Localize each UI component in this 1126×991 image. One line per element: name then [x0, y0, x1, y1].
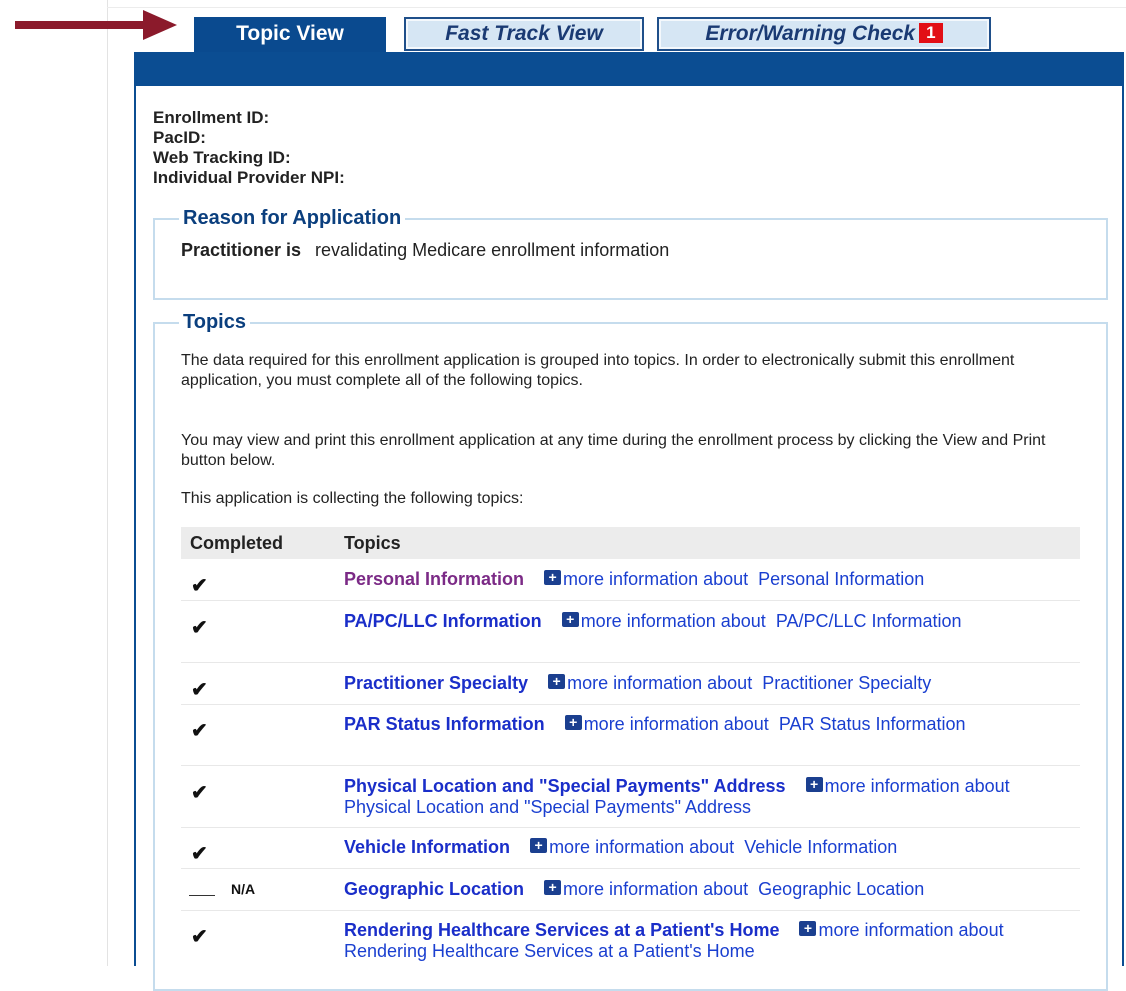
reason-legend: Reason for Application: [183, 207, 402, 229]
more-info-prefix: more information about: [580, 611, 766, 631]
topic-cell: Rendering Healthcare Services at a Patie…: [344, 920, 1044, 962]
col-completed: Completed: [190, 533, 284, 553]
expand-plus-icon[interactable]: +: [544, 880, 562, 895]
tab-topic-view[interactable]: Topic View: [194, 17, 386, 52]
more-info-prefix: more information about: [549, 837, 735, 857]
more-info-link[interactable]: more information about Practitioner Spec…: [567, 673, 931, 693]
tab-fast-track-view[interactable]: Fast Track View: [404, 17, 644, 51]
topic-cell: Geographic Location + more information ab…: [344, 879, 924, 900]
id-block: Enrollment ID: PacID: Web Tracking ID: I…: [153, 108, 345, 188]
topic-cell: Vehicle Information + more information ab…: [344, 837, 897, 858]
completed-check-icon: ✔: [191, 782, 208, 804]
enrollment-id-label: Enrollment ID:: [153, 108, 270, 127]
table-row: ✔ Rendering Healthcare Services at a Pat…: [181, 920, 1080, 966]
topic-cell: Practitioner Specialty + more information…: [344, 673, 931, 694]
topics-intro-paragraph: The data required for this enrollment ap…: [181, 352, 1015, 389]
expand-plus-icon[interactable]: +: [548, 674, 566, 689]
topics-table-header: Completed Topics: [181, 527, 1080, 559]
topic-link-pa-pc-llc[interactable]: PA/PC/LLC Information: [344, 611, 542, 631]
topic-link-personal-information[interactable]: Personal Information: [344, 569, 524, 589]
expand-plus-icon[interactable]: +: [544, 570, 562, 585]
more-info-prefix: more information about: [583, 714, 769, 734]
pac-id-label: PacID:: [153, 128, 206, 147]
reason-value: revalidating Medicare enrollment informa…: [315, 240, 670, 260]
completed-check-icon: ✔: [191, 843, 208, 865]
completed-check-icon: ✔: [191, 720, 208, 742]
more-info-topic: Rendering Healthcare Services at a Patie…: [344, 941, 755, 961]
topic-cell: Physical Location and "Special Payments"…: [344, 776, 1044, 818]
table-row: ✔ PAR Status Information + more informati…: [181, 714, 1080, 766]
more-info-topic: Practitioner Specialty: [762, 673, 932, 693]
topic-link-rendering-healthcare[interactable]: Rendering Healthcare Services at a Patie…: [344, 920, 779, 940]
expand-plus-icon[interactable]: +: [561, 612, 579, 627]
table-row: ✔ Personal Information + more information…: [181, 569, 1080, 601]
more-info-topic: PAR Status Information: [778, 714, 966, 734]
completed-check-icon: ✔: [191, 617, 208, 639]
more-info-prefix: more information about: [818, 920, 1004, 940]
reason-label: Practitioner is: [181, 240, 302, 260]
header-bar: [134, 52, 1124, 86]
more-info-topic: Personal Information: [758, 569, 925, 589]
page-frame-top: [107, 7, 1126, 8]
topic-link-par-status[interactable]: PAR Status Information: [344, 714, 545, 734]
topic-cell: PAR Status Information + more information…: [344, 714, 1044, 735]
col-topics: Topics: [344, 533, 401, 553]
more-info-topic: Physical Location and "Special Payments"…: [344, 797, 752, 817]
completed-check-icon: ✔: [191, 679, 208, 701]
more-info-topic: Geographic Location: [758, 879, 925, 899]
table-row: ✔ Vehicle Information + more information …: [181, 837, 1080, 869]
collecting-topics-text: This application is collecting the follo…: [181, 490, 524, 507]
table-row: ✔ PA/PC/LLC Information + more informatio…: [181, 611, 1080, 663]
npi-label: Individual Provider NPI:: [153, 168, 345, 187]
expand-plus-icon[interactable]: +: [805, 777, 823, 792]
more-info-link[interactable]: more information about Geographic Locati…: [563, 879, 924, 899]
more-info-prefix: more information about: [563, 569, 749, 589]
topic-link-vehicle-information[interactable]: Vehicle Information: [344, 837, 510, 857]
page-frame-left: [107, 0, 108, 966]
table-row: N/A Geographic Location + more informatio…: [181, 879, 1080, 911]
expand-plus-icon[interactable]: +: [530, 838, 548, 853]
more-info-link[interactable]: more information about Personal Informat…: [563, 569, 924, 589]
error-count-badge: 1: [919, 23, 943, 43]
not-applicable-label: N/A: [231, 881, 256, 897]
expand-plus-icon[interactable]: +: [564, 715, 582, 730]
tab-error-warning-check[interactable]: Error/Warning Check 1: [657, 17, 991, 51]
tab-error-label: Error/Warning Check: [705, 22, 916, 45]
topic-cell: Personal Information + more information a…: [344, 569, 924, 590]
topic-link-practitioner-specialty[interactable]: Practitioner Specialty: [344, 673, 528, 693]
web-tracking-id-label: Web Tracking ID:: [153, 148, 291, 167]
completed-check-icon: ✔: [191, 575, 208, 597]
more-info-prefix: more information about: [563, 879, 749, 899]
pointer-arrow-icon: [15, 10, 177, 40]
more-info-prefix: more information about: [824, 776, 1010, 796]
more-info-topic: Vehicle Information: [744, 837, 898, 857]
more-info-link[interactable]: more information about Vehicle Informati…: [549, 837, 897, 857]
reason-line: Practitioner is revalidating Medicare enr…: [181, 240, 669, 261]
more-info-link[interactable]: more information about PA/PC/LLC Informa…: [581, 611, 962, 631]
view-print-paragraph: You may view and print this enrollment a…: [181, 432, 1046, 469]
more-info-prefix: more information about: [567, 673, 753, 693]
topics-legend: Topics: [183, 311, 246, 333]
expand-plus-icon[interactable]: +: [799, 921, 817, 936]
topic-cell: PA/PC/LLC Information + more information …: [344, 611, 1044, 632]
more-info-link[interactable]: more information about PAR Status Inform…: [584, 714, 966, 734]
topic-link-geographic-location[interactable]: Geographic Location: [344, 879, 524, 899]
not-applicable-dash: [189, 895, 215, 896]
table-row: ✔ Practitioner Specialty + more informati…: [181, 673, 1080, 705]
table-row: ✔ Physical Location and "Special Payment…: [181, 776, 1080, 828]
completed-check-icon: ✔: [191, 926, 208, 948]
more-info-topic: PA/PC/LLC Information: [775, 611, 962, 631]
topic-link-physical-location[interactable]: Physical Location and "Special Payments"…: [344, 776, 786, 796]
